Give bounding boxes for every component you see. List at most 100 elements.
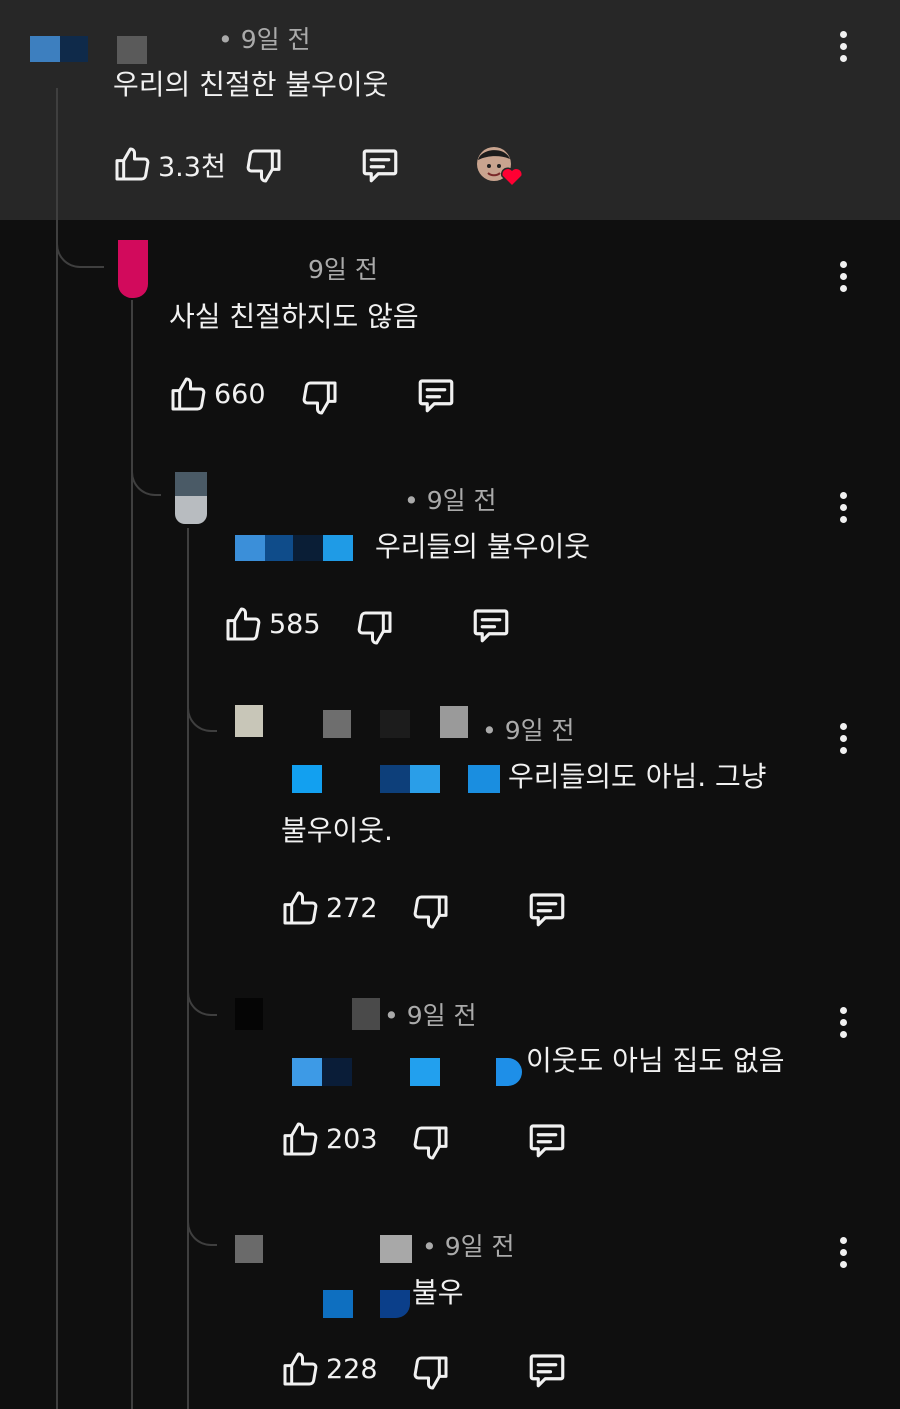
more-vert-icon <box>839 1030 847 1038</box>
thread-connector <box>56 222 104 268</box>
more-vert-icon <box>839 272 847 280</box>
more-options-button[interactable] <box>828 1232 858 1272</box>
more-options-button[interactable] <box>828 256 858 296</box>
like-button[interactable]: 585 <box>223 604 321 644</box>
comment-timestamp: • 9일 전 <box>218 25 311 54</box>
comment-timestamp: • 9일 전 <box>384 1001 477 1030</box>
mention-censored <box>410 1058 440 1086</box>
like-button[interactable]: 228 <box>280 1349 378 1389</box>
more-options-button[interactable] <box>828 487 858 527</box>
more-options-button[interactable] <box>828 26 858 66</box>
like-button[interactable]: 3.3천 <box>112 144 226 184</box>
reply-button[interactable] <box>414 374 458 416</box>
thread-connector <box>187 1202 217 1246</box>
thumbs-down-icon <box>413 895 448 929</box>
avatar-censored[interactable] <box>235 705 263 737</box>
thumbs-down-icon <box>357 611 392 645</box>
dislike-button[interactable] <box>300 378 340 418</box>
reply-icon <box>529 893 565 927</box>
more-vert-icon <box>839 54 847 62</box>
more-vert-icon <box>839 503 847 511</box>
thread-line-main <box>56 88 58 1409</box>
like-button[interactable]: 660 <box>168 374 266 414</box>
thumbs-up-icon <box>171 377 206 411</box>
comment-text: 불우 <box>412 1276 464 1309</box>
reply-button[interactable] <box>358 144 402 186</box>
thread-connector <box>187 688 217 732</box>
like-count: 272 <box>326 892 378 924</box>
mention-censored <box>323 535 353 561</box>
mention-censored[interactable] <box>235 535 265 561</box>
thread-line-level-3 <box>187 528 189 1409</box>
more-options-button[interactable] <box>828 718 858 758</box>
comment-text: 우리의 친절한 불우이웃 <box>113 68 389 101</box>
avatar-censored[interactable] <box>118 240 148 298</box>
reply-button[interactable] <box>525 1119 569 1161</box>
comment-timestamp: • 9일 전 <box>422 1232 515 1261</box>
avatar-censored[interactable] <box>235 1235 263 1263</box>
avatar-censored <box>60 36 88 62</box>
like-count: 203 <box>326 1123 378 1155</box>
thread-connector <box>187 972 217 1016</box>
more-vert-icon <box>839 515 847 523</box>
username-censored[interactable] <box>380 1235 412 1263</box>
more-options-button[interactable] <box>828 1002 858 1042</box>
more-vert-icon <box>839 734 847 742</box>
avatar-censored <box>175 496 207 524</box>
mention-censored <box>380 1290 410 1318</box>
thread-connector <box>131 452 161 496</box>
comment-timestamp: • 9일 전 <box>482 716 575 745</box>
avatar-censored[interactable] <box>235 998 263 1030</box>
dislike-button[interactable] <box>411 1353 451 1393</box>
like-count: 660 <box>214 378 266 410</box>
more-vert-icon <box>839 260 847 268</box>
more-vert-icon <box>839 746 847 754</box>
creator-heart-icon <box>477 147 524 188</box>
mention-censored <box>468 765 500 793</box>
reply-button[interactable] <box>469 604 513 646</box>
username-censored <box>380 710 410 738</box>
thumbs-up-icon <box>115 147 150 181</box>
comment-text: 사실 친절하지도 않음 <box>169 300 419 333</box>
like-count: 228 <box>326 1353 378 1385</box>
thumbs-down-icon <box>413 1126 448 1160</box>
dislike-button[interactable] <box>411 1123 451 1163</box>
thumbs-down-icon <box>413 1356 448 1390</box>
reply-button[interactable] <box>525 888 569 930</box>
mention-censored <box>293 535 323 561</box>
dislike-button[interactable] <box>411 892 451 932</box>
username-censored[interactable] <box>352 998 380 1030</box>
mention-censored <box>410 765 440 793</box>
reply-icon <box>473 609 509 643</box>
mention-censored[interactable] <box>323 1290 353 1318</box>
reply-button[interactable] <box>525 1349 569 1391</box>
reply-icon <box>362 149 398 183</box>
comment-text: 이웃도 아님 집도 없음 <box>526 1044 785 1077</box>
like-count: 3.3천 <box>158 151 226 183</box>
mention-censored <box>380 765 410 793</box>
dislike-button[interactable] <box>244 146 284 186</box>
thumbs-up-icon <box>283 891 318 925</box>
more-vert-icon <box>839 1260 847 1268</box>
mention-censored <box>322 1058 352 1086</box>
dislike-button[interactable] <box>355 608 395 648</box>
avatar-censored[interactable] <box>30 36 60 62</box>
comment-text-line-2: 불우이웃. <box>281 814 393 847</box>
more-vert-icon <box>839 491 847 499</box>
comment-text: 우리들의 불우이웃 <box>375 530 590 563</box>
thumbs-up-icon <box>283 1352 318 1386</box>
more-vert-icon <box>839 30 847 38</box>
mention-censored[interactable] <box>292 1058 322 1086</box>
like-button[interactable]: 272 <box>280 888 378 928</box>
more-vert-icon <box>839 1006 847 1014</box>
like-button[interactable]: 203 <box>280 1119 378 1159</box>
avatar-censored[interactable] <box>175 472 207 496</box>
more-vert-icon <box>839 284 847 292</box>
mention-censored[interactable] <box>292 765 322 793</box>
username-censored[interactable] <box>323 710 351 738</box>
comment-timestamp: 9일 전 <box>308 255 378 284</box>
mention-censored <box>496 1058 522 1086</box>
reply-icon <box>418 379 454 413</box>
more-vert-icon <box>839 1018 847 1026</box>
comment-text: 우리들의도 아님. 그냥 <box>508 760 767 793</box>
